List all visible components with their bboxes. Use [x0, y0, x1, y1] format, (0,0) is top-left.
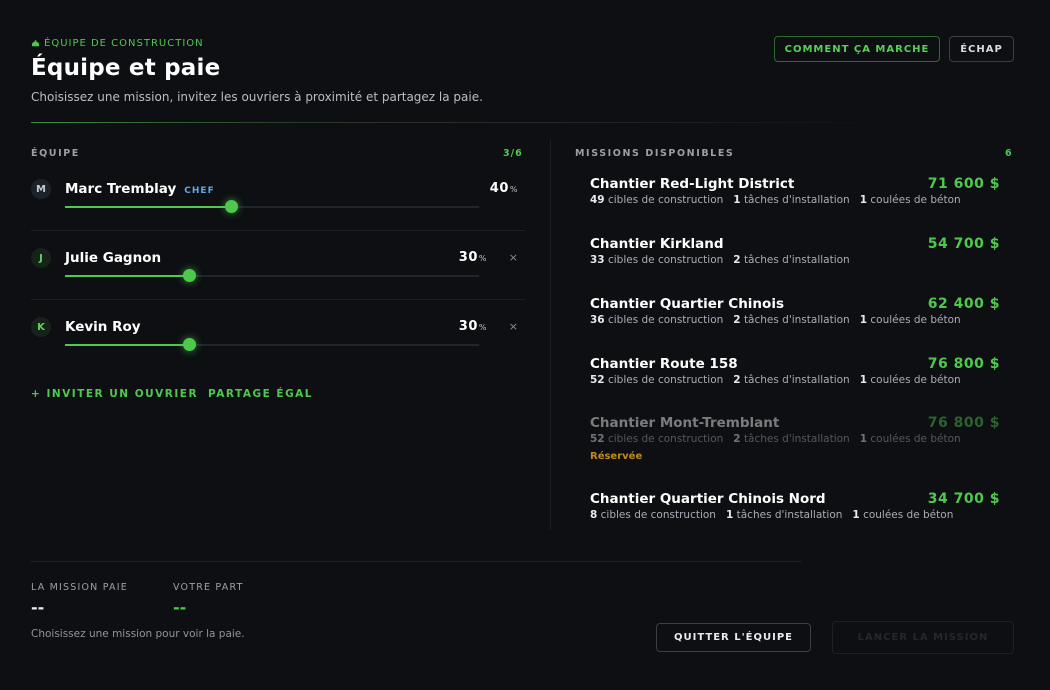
member-share-percent: 30%	[459, 250, 487, 265]
mission-item[interactable]: Chantier Quartier Chinois Nord 34 700 $ …	[590, 491, 1000, 521]
quit-team-button[interactable]: QUITTER L'ÉQUIPE	[656, 623, 811, 652]
avatar: J	[31, 248, 51, 268]
share-slider[interactable]	[65, 200, 479, 213]
your-share-value: --	[173, 598, 187, 617]
kicker-text: ÉQUIPE DE CONSTRUCTION	[44, 38, 204, 49]
page-title: Équipe et paie	[31, 55, 221, 81]
team-member-row: K Kevin Roy 30% ×	[31, 314, 525, 382]
start-mission-button[interactable]: LANCER LA MISSION	[832, 621, 1014, 654]
mission-item-reserved: Chantier Mont-Tremblant 76 800 $ 52 cibl…	[590, 415, 1000, 445]
member-name-text: Kevin Roy	[65, 319, 141, 335]
mission-details: 33 cibles de construction 2 tâches d'inst…	[590, 254, 850, 266]
equal-split-button[interactable]: PARTAGE ÉGAL	[208, 388, 313, 400]
team-count: 3/6	[503, 148, 523, 159]
slider-fill	[65, 206, 231, 208]
slider-thumb[interactable]	[224, 200, 238, 213]
slider-fill	[65, 344, 190, 346]
how-it-works-button[interactable]: COMMENT ÇA MARCHE	[774, 36, 940, 62]
mission-price: 76 800 $	[927, 415, 1000, 431]
member-share-percent: 40%	[490, 181, 518, 196]
column-divider	[550, 140, 551, 530]
share-slider[interactable]	[65, 269, 479, 282]
header-kicker: ÉQUIPE DE CONSTRUCTION	[31, 38, 204, 49]
reserved-badge: Réservée	[590, 451, 643, 462]
missions-count: 6	[1005, 148, 1013, 159]
mission-details: 8 cibles de construction 1 tâches d'insta…	[590, 509, 954, 521]
slider-thumb[interactable]	[183, 269, 197, 282]
footer-hint: Choisissez une mission pour voir la paie…	[31, 628, 245, 640]
hard-hat-icon	[31, 40, 40, 47]
mission-price: 62 400 $	[927, 296, 1000, 312]
percent-unit: %	[478, 254, 487, 263]
page-subtitle: Choisissez une mission, invitez les ouvr…	[31, 90, 483, 104]
member-name: Kevin Roy	[65, 319, 141, 335]
footer-divider	[31, 561, 801, 562]
percent-value: 30	[458, 250, 478, 265]
mission-price: 34 700 $	[927, 491, 1000, 507]
member-name-text: Julie Gagnon	[65, 250, 162, 266]
chef-badge: CHEF	[184, 186, 215, 196]
mission-pay-label: LA MISSION PAIE	[31, 582, 128, 593]
remove-member-icon[interactable]: ×	[509, 320, 518, 333]
percent-unit: %	[478, 323, 487, 332]
member-divider	[31, 299, 525, 300]
member-name: Marc Tremblay CHEF	[65, 181, 215, 197]
avatar: M	[31, 179, 51, 199]
team-member-row: M Marc Tremblay CHEF 40%	[31, 176, 525, 244]
percent-unit: %	[509, 185, 518, 194]
team-section-label: ÉQUIPE	[31, 148, 80, 159]
header-divider	[31, 122, 891, 123]
mission-item[interactable]: Chantier Route 158 76 800 $ 52 cibles de…	[590, 356, 1000, 386]
percent-value: 40	[489, 181, 509, 196]
mission-details: 52 cibles de construction 2 tâches d'inst…	[590, 433, 961, 445]
mission-price: 76 800 $	[927, 356, 1000, 372]
your-share-label: VOTRE PART	[173, 582, 244, 593]
team-member-row: J Julie Gagnon 30% ×	[31, 245, 525, 313]
invite-worker-button[interactable]: + INVITER UN OUVRIER	[31, 388, 198, 400]
mission-item[interactable]: Chantier Red-Light District 71 600 $ 49 …	[590, 176, 1000, 206]
member-name-text: Marc Tremblay	[65, 181, 177, 197]
remove-member-icon[interactable]: ×	[509, 251, 518, 264]
member-divider	[31, 230, 525, 231]
share-slider[interactable]	[65, 338, 479, 351]
escape-button[interactable]: ÉCHAP	[949, 36, 1014, 62]
mission-details: 36 cibles de construction 2 tâches d'inst…	[590, 314, 961, 326]
percent-value: 30	[458, 319, 478, 334]
mission-item[interactable]: Chantier Kirkland 54 700 $ 33 cibles de …	[590, 236, 1000, 266]
slider-fill	[65, 275, 190, 277]
mission-price: 54 700 $	[927, 236, 1000, 252]
mission-pay-value: --	[31, 598, 45, 617]
mission-details: 49 cibles de construction 1 tâches d'inst…	[590, 194, 961, 206]
mission-details: 52 cibles de construction 2 tâches d'inst…	[590, 374, 961, 386]
member-name: Julie Gagnon	[65, 250, 161, 266]
member-share-percent: 30%	[459, 319, 487, 334]
mission-item[interactable]: Chantier Quartier Chinois 62 400 $ 36 ci…	[590, 296, 1000, 326]
missions-section-label: MISSIONS DISPONIBLES	[575, 148, 735, 159]
slider-thumb[interactable]	[183, 338, 197, 351]
avatar: K	[31, 317, 51, 337]
mission-price: 71 600 $	[927, 176, 1000, 192]
